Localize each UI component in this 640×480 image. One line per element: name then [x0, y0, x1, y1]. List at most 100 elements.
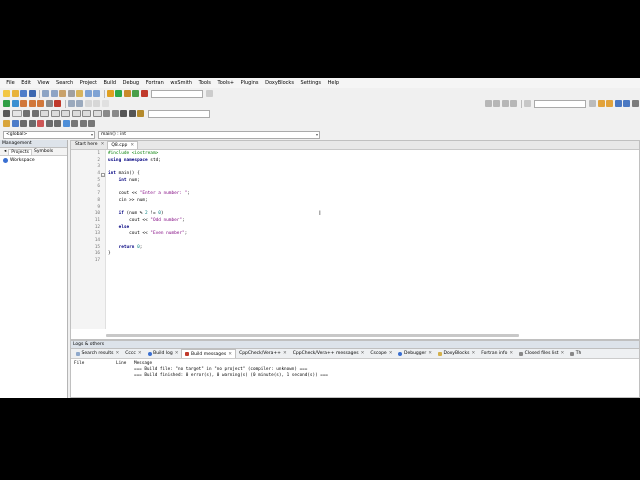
tab-cppcheck[interactable]: CppCheck/Vera++ ✕	[236, 349, 290, 358]
undo-icon[interactable]	[42, 90, 49, 97]
build-run-icon[interactable]	[123, 90, 131, 97]
c-symbol-icon[interactable]	[128, 110, 136, 117]
tab-cscope[interactable]: Cscope ✕	[367, 349, 395, 358]
tab-projects[interactable]: Projects	[8, 148, 33, 155]
bookmark-icon[interactable]	[23, 110, 30, 117]
workspace-tree-item[interactable]: Workspace	[0, 156, 67, 165]
step-out-icon[interactable]	[37, 100, 44, 107]
debug-windows-icon[interactable]	[67, 100, 75, 107]
tab-cppcheck-messages[interactable]: CppCheck/Vera++ messages ✕	[290, 349, 368, 358]
menu-tools[interactable]: Tools	[195, 78, 214, 88]
close-icon[interactable]: ✕	[228, 352, 232, 357]
jump-forward-icon[interactable]	[93, 100, 100, 107]
menu-edit[interactable]: Edit	[18, 78, 34, 88]
close-icon[interactable]: ✕	[389, 351, 393, 356]
tab-fortran-info[interactable]: Fortran info ✕	[478, 349, 516, 358]
zoom-in-icon[interactable]	[103, 110, 110, 117]
delete-icon[interactable]	[37, 120, 44, 127]
menu-file[interactable]: File	[3, 78, 18, 88]
lock-icon[interactable]	[79, 120, 87, 127]
debug-info-icon[interactable]	[76, 100, 83, 107]
close-icon[interactable]: ✕	[283, 351, 287, 356]
stop-debugger-icon[interactable]	[54, 100, 61, 107]
find-dropdown-icon[interactable]	[589, 100, 596, 107]
toggle-comment-icon[interactable]	[31, 110, 39, 117]
menu-settings[interactable]: Settings	[297, 78, 324, 88]
save-icon[interactable]	[20, 90, 27, 97]
tab-symbols[interactable]: Symbols	[32, 149, 55, 154]
code-editor[interactable]: 1 2 3 4− 5 6 7 8 9 10 11 12 13 14 15 16 …	[71, 150, 639, 329]
code-box-icon[interactable]	[92, 110, 102, 117]
function-select[interactable]: main() : int ▾	[98, 130, 320, 139]
compiler-select[interactable]	[147, 109, 210, 118]
close-icon[interactable]: ✕	[101, 141, 105, 149]
code-text[interactable]: #include <iostream> using namespace std;…	[106, 150, 639, 329]
tab-closed-files[interactable]: Closed files list ✕	[516, 349, 567, 358]
fold-marker-icon[interactable]: −	[101, 172, 105, 177]
tab-build-log[interactable]: Build log ✕	[145, 349, 182, 358]
whole-word-icon[interactable]	[623, 100, 630, 107]
close-icon[interactable]: ✕	[138, 351, 142, 356]
next-instruction-icon[interactable]	[45, 100, 53, 107]
target-dropdown-icon[interactable]	[206, 90, 213, 97]
menu-fortran[interactable]: Fortran	[142, 78, 167, 88]
tab-doxyblocks[interactable]: DoxyBlocks ✕	[435, 349, 478, 358]
block-icon[interactable]	[40, 110, 49, 117]
tab-q8-cpp[interactable]: Q8.cpp ✕	[107, 141, 139, 150]
debug-continue-icon[interactable]	[3, 100, 10, 107]
folder-icon[interactable]	[3, 120, 10, 127]
s-symbol-icon[interactable]	[120, 110, 127, 117]
search-toolbar-icon[interactable]	[101, 100, 109, 107]
menu-tools-plus[interactable]: Tools+	[214, 78, 237, 88]
tab-build-messages[interactable]: Build messages ✕	[181, 349, 237, 358]
doc-box-icon[interactable]	[82, 110, 91, 117]
cut-icon[interactable]	[59, 90, 66, 97]
jump-back-icon[interactable]	[84, 100, 92, 107]
pointer-icon[interactable]	[3, 110, 10, 117]
close-icon[interactable]: ✕	[130, 142, 134, 150]
menu-help[interactable]: Help	[324, 78, 342, 88]
nav-home-icon[interactable]	[501, 100, 509, 107]
save-all-icon[interactable]	[28, 90, 36, 97]
table-icon[interactable]	[61, 110, 70, 117]
copy-icon[interactable]	[67, 90, 75, 97]
nav-back-icon[interactable]	[484, 100, 492, 107]
new-file-icon[interactable]	[3, 90, 10, 97]
find-input[interactable]	[534, 99, 586, 108]
close-icon[interactable]: ✕	[115, 351, 119, 356]
close-icon[interactable]: ✕	[509, 351, 513, 356]
open-file-icon[interactable]	[11, 90, 19, 97]
abort-icon[interactable]	[140, 90, 148, 97]
list-icon[interactable]	[50, 110, 60, 117]
tab-cccc[interactable]: Cccc ✕	[122, 349, 144, 358]
find-text-icon[interactable]	[523, 100, 531, 107]
next-line-icon[interactable]	[20, 100, 27, 107]
class-browser-icon[interactable]	[137, 110, 144, 117]
menu-search[interactable]: Search	[53, 78, 77, 88]
unlock-icon[interactable]	[88, 120, 95, 127]
menu-debug[interactable]: Debug	[119, 78, 142, 88]
scope-select[interactable]: <global> ▾	[3, 130, 95, 139]
build-target-select[interactable]	[151, 89, 203, 98]
tab-debugger[interactable]: Debugger ✕	[395, 349, 435, 358]
paste-icon[interactable]	[76, 90, 83, 97]
close-icon[interactable]: ✕	[175, 351, 179, 356]
info-icon[interactable]	[62, 120, 70, 127]
nav-forward-icon[interactable]	[493, 100, 500, 107]
close-icon[interactable]: ✕	[560, 351, 564, 356]
close-icon[interactable]: ✕	[361, 351, 365, 356]
pause-icon[interactable]	[71, 120, 78, 127]
menu-plugins[interactable]: Plugins	[237, 78, 262, 88]
tab-thread-search[interactable]: Th	[567, 349, 584, 358]
comment-box-icon[interactable]	[71, 110, 81, 117]
nav-end-icon[interactable]	[510, 100, 517, 107]
indent-icon[interactable]	[45, 120, 53, 127]
menu-build[interactable]: Build	[100, 78, 119, 88]
step-into-icon[interactable]	[28, 100, 36, 107]
tab-search-results[interactable]: Search results ✕	[73, 349, 122, 358]
outdent-icon[interactable]	[54, 120, 61, 127]
menu-project[interactable]: Project	[77, 78, 101, 88]
build-gear-icon[interactable]	[106, 90, 114, 97]
run-icon[interactable]	[115, 90, 122, 97]
tab-start-here[interactable]: Start here ✕	[72, 141, 107, 149]
